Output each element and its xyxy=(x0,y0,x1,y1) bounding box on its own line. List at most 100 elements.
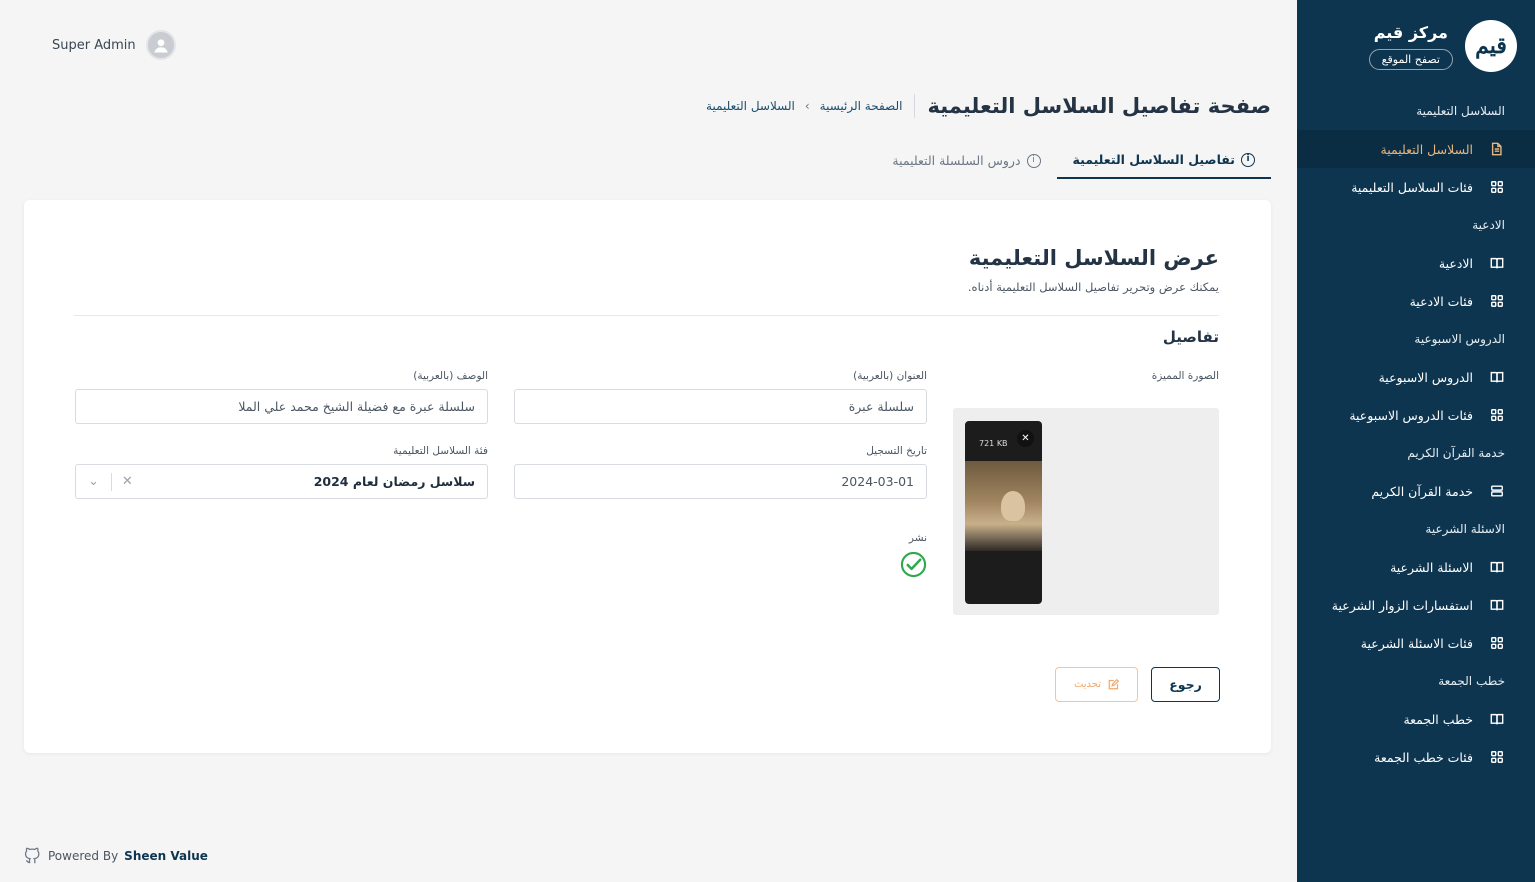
sidebar-item[interactable]: فئات الادعية xyxy=(1297,282,1535,320)
published-check-icon[interactable] xyxy=(900,551,927,578)
book-icon xyxy=(1489,255,1505,271)
remove-image-icon[interactable]: ✕ xyxy=(1017,430,1034,447)
details-card: عرض السلاسل التعليمية يمكنك عرض وتحرير ت… xyxy=(24,200,1271,753)
book-icon xyxy=(1489,597,1505,613)
title-label: العنوان (بالعربية) xyxy=(853,370,927,382)
page-header: صفحة تفاصيل السلاسل التعليمية الصفحة الر… xyxy=(706,94,1271,118)
sidebar-item[interactable]: السلاسل التعليمية xyxy=(1297,130,1535,168)
sidebar-item[interactable]: فئات خطب الجمعة xyxy=(1297,738,1535,776)
sidebar-group-title: خدمة القرآن الكريم xyxy=(1407,446,1505,460)
book-icon xyxy=(1489,711,1505,727)
brand: قيم مركز قيم تصفح الموقع xyxy=(1297,0,1535,72)
sidebar: قيم مركز قيم تصفح الموقع السلاسل التعليم… xyxy=(1297,0,1535,882)
breadcrumb-home[interactable]: الصفحة الرئيسية xyxy=(820,99,903,113)
chevron-down-icon[interactable]: ⌄ xyxy=(76,474,111,489)
brand-logo[interactable]: قيم xyxy=(1465,20,1517,72)
sidebar-group-title: الاسئلة الشرعية xyxy=(1425,522,1505,536)
avatar-icon[interactable] xyxy=(145,30,176,60)
section-title: تفاصيل xyxy=(1162,328,1219,346)
image-upload-area[interactable]: 721 KB ✕ xyxy=(953,408,1219,615)
category-label: فئة السلاسل التعليمية xyxy=(393,445,488,457)
sidebar-item[interactable]: الدروس الاسبوعية xyxy=(1297,358,1535,396)
footer-prefix: Powered By xyxy=(48,849,119,863)
description-label: الوصف (بالعربية) xyxy=(413,370,488,382)
sidebar-item-label: فئات السلاسل التعليمية xyxy=(1351,179,1473,195)
divider xyxy=(74,315,1219,316)
sidebar-item[interactable]: فئات السلاسل التعليمية xyxy=(1297,168,1535,206)
description-input[interactable]: سلسلة عبرة مع فضيلة الشيخ محمد علي الملا xyxy=(75,389,488,424)
footer-company-link[interactable]: Sheen Value xyxy=(124,849,208,863)
sidebar-item-label: السلاسل التعليمية xyxy=(1380,141,1474,157)
featured-image-label: الصورة المميزة xyxy=(1151,370,1219,382)
category-value: سلاسل رمضان لعام 2024 xyxy=(313,474,475,489)
sidebar-item[interactable]: خدمة القرآن الكريم xyxy=(1297,472,1535,510)
sidebar-group-title: الدروس الاسبوعية xyxy=(1414,332,1505,346)
sidebar-item-label: خدمة القرآن الكريم xyxy=(1371,483,1473,499)
card-subtitle: يمكنك عرض وتحرير تفاصيل السلاسل التعليمي… xyxy=(967,280,1219,294)
featured-image-thumbnail: 721 KB ✕ xyxy=(965,421,1042,604)
admin-name: Super Admin xyxy=(52,37,136,53)
grid-icon xyxy=(1489,635,1505,651)
grid-icon xyxy=(1489,407,1505,423)
tab-label: دروس السلسلة التعليمية xyxy=(892,153,1021,168)
tab-series-details[interactable]: i تفاصيل السلاسل التعليمية xyxy=(1056,148,1271,179)
breadcrumb-current[interactable]: السلاسل التعليمية xyxy=(706,99,795,113)
publish-label: نشر xyxy=(908,532,927,544)
date-label: تاريخ التسجيل xyxy=(866,445,927,457)
footer: Powered By Sheen Value xyxy=(24,847,208,865)
sidebar-group-title: خطب الجمعة xyxy=(1438,674,1505,688)
sidebar-item-label: خطب الجمعة xyxy=(1403,711,1473,727)
title-input[interactable]: سلسلة عبرة xyxy=(514,389,927,424)
edit-icon xyxy=(1108,678,1120,689)
tab-series-lessons[interactable]: i دروس السلسلة التعليمية xyxy=(876,148,1056,179)
breadcrumb-separator: › xyxy=(804,99,810,113)
clear-icon[interactable]: ✕ xyxy=(112,474,143,489)
registration-date-input[interactable]: 2024-03-01 xyxy=(514,464,927,499)
sidebar-item-label: فئات الادعية xyxy=(1409,293,1473,309)
breadcrumb: الصفحة الرئيسية › السلاسل التعليمية xyxy=(706,99,902,113)
sidebar-item[interactable]: فئات الاسئلة الشرعية xyxy=(1297,624,1535,662)
sidebar-item[interactable]: استفسارات الزوار الشرعية xyxy=(1297,586,1535,624)
sidebar-item[interactable]: الاسئلة الشرعية xyxy=(1297,548,1535,586)
update-label: تحديث xyxy=(1073,679,1102,690)
sidebar-item[interactable]: الادعية xyxy=(1297,244,1535,282)
category-select[interactable]: سلاسل رمضان لعام 2024 ✕ ⌄ xyxy=(75,464,488,499)
sidebar-item[interactable]: خطب الجمعة xyxy=(1297,700,1535,738)
sidebar-menu: السلاسل التعليمية السلاسل التعليمية فئات ا… xyxy=(1297,92,1535,776)
card-title: عرض السلاسل التعليمية xyxy=(968,246,1219,270)
main-area: Super Admin صفحة تفاصيل السلاسل التعليمي… xyxy=(0,0,1297,882)
tab-label: تفاصيل السلاسل التعليمية xyxy=(1072,152,1235,167)
sidebar-group-title: الادعية xyxy=(1472,218,1505,232)
grid-icon xyxy=(1489,179,1505,195)
select-separator xyxy=(110,472,112,491)
update-button[interactable]: تحديث xyxy=(1055,667,1138,702)
sidebar-item-label: الاسئلة الشرعية xyxy=(1390,559,1473,575)
back-button[interactable]: رجوع xyxy=(1151,667,1220,702)
book-icon xyxy=(1489,559,1505,575)
sidebar-item-label: فئات خطب الجمعة xyxy=(1374,749,1473,765)
thumbnail-portrait xyxy=(1001,491,1025,521)
sidebar-item-label: استفسارات الزوار الشرعية xyxy=(1331,597,1473,613)
grid-icon xyxy=(1489,749,1505,765)
user-menu[interactable]: Super Admin xyxy=(52,30,176,60)
brand-name: مركز قيم xyxy=(1373,22,1448,42)
sidebar-item[interactable]: فئات الدروس الاسبوعية xyxy=(1297,396,1535,434)
info-icon: i xyxy=(1241,152,1255,167)
browse-site-button[interactable]: تصفح الموقع xyxy=(1368,48,1453,70)
sidebar-item-label: فئات الدروس الاسبوعية xyxy=(1349,407,1473,423)
book-icon xyxy=(1489,369,1505,385)
image-size: 721 KB xyxy=(979,439,1008,448)
sidebar-group-title: السلاسل التعليمية xyxy=(1416,104,1505,118)
github-icon xyxy=(24,847,40,864)
grid-icon xyxy=(1489,293,1505,309)
select-controls: ✕ ⌄ xyxy=(76,465,143,498)
sidebar-item-label: الدروس الاسبوعية xyxy=(1378,369,1473,385)
page-title: صفحة تفاصيل السلاسل التعليمية xyxy=(914,94,1271,118)
sidebar-item-label: فئات الاسئلة الشرعية xyxy=(1360,635,1473,651)
server-icon xyxy=(1489,483,1505,499)
info-icon: i xyxy=(1026,153,1041,168)
card-header: عرض السلاسل التعليمية يمكنك عرض وتحرير ت… xyxy=(968,246,1219,294)
tabs: i تفاصيل السلاسل التعليمية i دروس السلسل… xyxy=(876,148,1271,179)
sidebar-item-label: الادعية xyxy=(1438,255,1473,271)
document-icon xyxy=(1489,141,1505,157)
